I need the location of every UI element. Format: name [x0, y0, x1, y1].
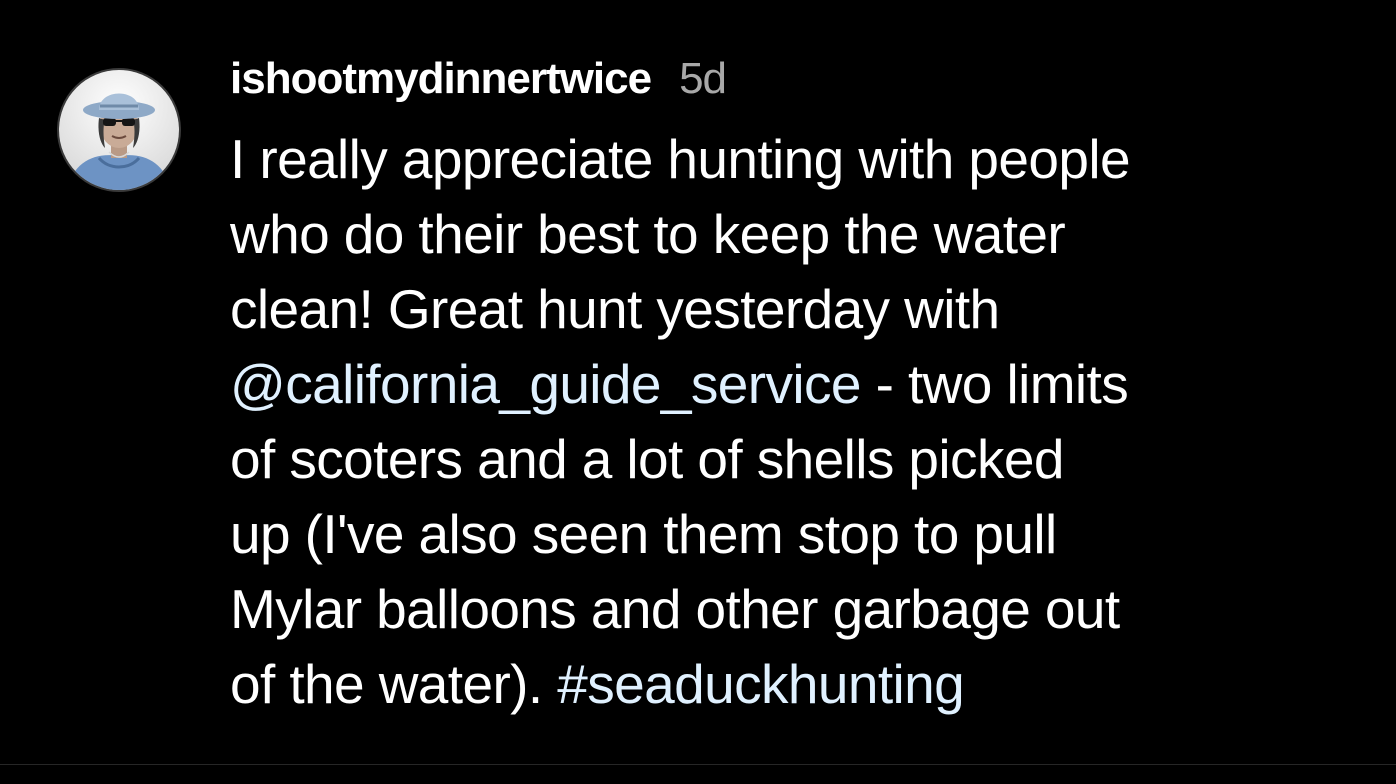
divider [0, 764, 1396, 765]
hashtag-link[interactable]: #seaduckhunting [557, 653, 964, 715]
comment: ishootmydinnertwice 5d I really apprecia… [0, 0, 1396, 764]
avatar-photo-icon [59, 70, 179, 190]
comment-text: I really appreciate hunting with people … [230, 122, 1340, 722]
username-link[interactable]: ishootmydinnertwice [230, 54, 652, 104]
comment-line: Mylar balloons and other garbage out [230, 572, 1340, 647]
comment-meta: ishootmydinnertwice 5d [230, 48, 1340, 110]
comment-timestamp[interactable]: 5d [679, 54, 727, 104]
comment-text-segment: of the water). [230, 653, 558, 715]
avatar[interactable] [57, 68, 181, 192]
comment-text-segment: up (I've also seen them stop to pull [230, 503, 1057, 565]
comment-line: I really appreciate hunting with people [230, 122, 1340, 197]
comment-text-segment: - two limits [860, 353, 1129, 415]
mention-link[interactable]: @california_guide_service [230, 353, 862, 415]
comment-text-segment: of scoters and a lot of shells picked [230, 428, 1064, 490]
comment-line: clean! Great hunt yesterday with [230, 272, 1340, 347]
comment-line: up (I've also seen them stop to pull [230, 497, 1340, 572]
comment-line: of the water). #seaduckhunting [230, 647, 1340, 722]
comment-text-segment: clean! Great hunt yesterday with [230, 278, 1000, 340]
comment-line: @california_guide_service - two limits [230, 347, 1340, 422]
comment-line: of scoters and a lot of shells picked [230, 422, 1340, 497]
comment-text-segment: I really appreciate hunting with people [230, 128, 1131, 190]
comment-text-segment: who do their best to keep the water [230, 203, 1066, 265]
comment-text-segment: Mylar balloons and other garbage out [230, 578, 1120, 640]
comment-body: ishootmydinnertwice 5d I really apprecia… [230, 48, 1340, 722]
comment-line: who do their best to keep the water [230, 197, 1340, 272]
